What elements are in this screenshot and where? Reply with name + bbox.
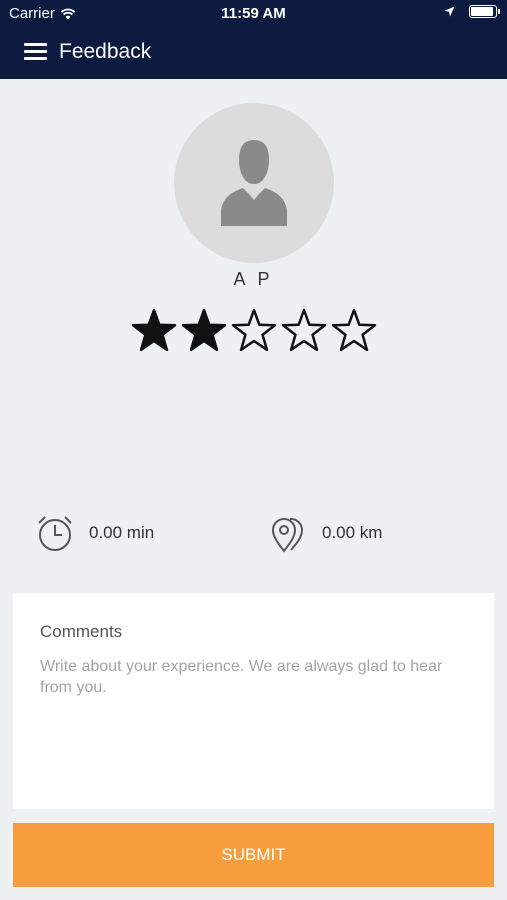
driver-avatar [174,103,334,263]
map-pin-icon [271,517,304,553]
page-title: Feedback [59,40,152,63]
battery-level [471,7,493,16]
app-header: Carrier 11:59 AM Feedback [0,0,507,79]
person-silhouette-icon [221,140,287,226]
submit-button[interactable]: SUBMIT [13,823,494,887]
nav-bar: Feedback [0,30,507,76]
star-empty-icon[interactable] [281,305,327,357]
status-time: 11:59 AM [221,5,286,22]
alarm-clock-icon [38,516,72,551]
status-bar: Carrier 11:59 AM [0,0,507,28]
trip-distance-value: 0.00 km [322,523,383,542]
star-filled-icon[interactable] [181,305,227,357]
comments-label: Comments [40,622,123,641]
status-right-group [444,5,500,18]
location-arrow-icon [444,6,455,17]
star-rating [131,305,377,357]
battery-icon [469,5,500,18]
comments-input[interactable] [40,656,460,786]
hamburger-icon[interactable] [24,43,48,61]
star-empty-icon[interactable] [231,305,277,357]
trip-time-metric: 0.00 min [35,513,154,553]
star-filled-icon[interactable] [131,305,177,357]
trip-time-value: 0.00 min [89,523,155,542]
trip-distance-metric: 0.00 km [268,513,382,553]
star-empty-icon[interactable] [331,305,377,357]
driver-name: A P [233,269,274,289]
comments-card: Comments [13,593,494,809]
